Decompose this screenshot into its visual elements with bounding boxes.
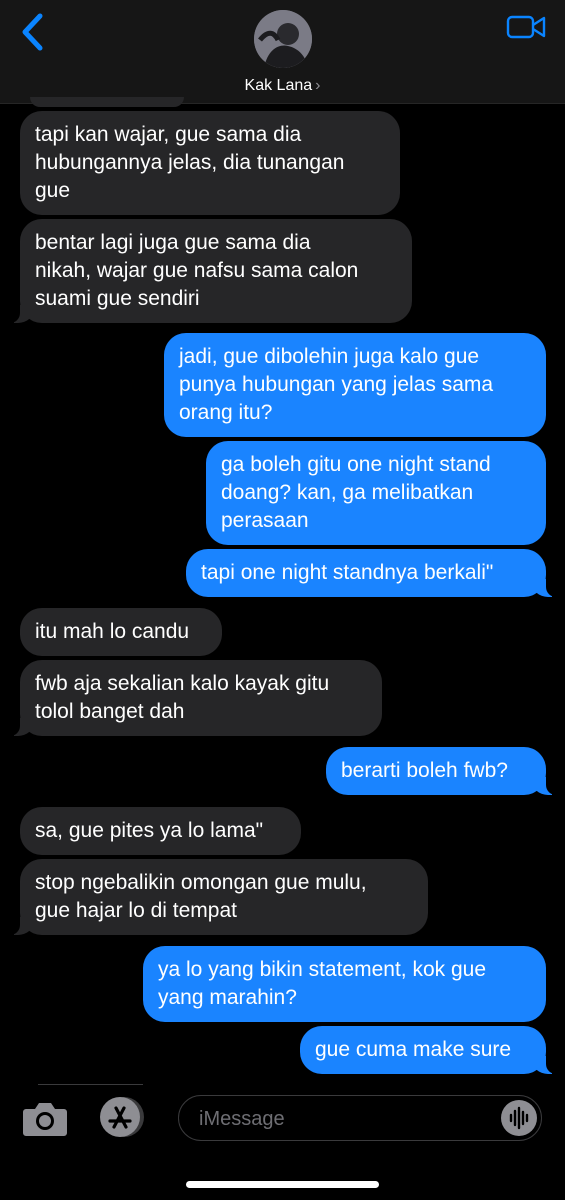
message-text: tapi kan wajar, gue sama dia hubungannya… bbox=[35, 123, 345, 202]
message-text: sa, gue pites ya lo lama" bbox=[35, 819, 264, 842]
message-text: tapi one night standnya berkali" bbox=[201, 561, 494, 584]
message-text: itu mah lo candu bbox=[35, 620, 190, 643]
divider bbox=[38, 1084, 143, 1085]
home-indicator[interactable] bbox=[186, 1181, 379, 1188]
chevron-left-icon[interactable] bbox=[16, 12, 50, 52]
message-text-field[interactable] bbox=[197, 1104, 491, 1134]
message-input[interactable] bbox=[178, 1095, 542, 1141]
message-text: gue cuma make sure bbox=[315, 1038, 512, 1061]
incoming-message[interactable]: stop ngebalikin omongan gue mulu, gue ha… bbox=[10, 859, 428, 935]
outgoing-message[interactable]: berarti boleh fwb? bbox=[326, 747, 556, 795]
incoming-message[interactable]: fwb aja sekalian kalo kayak gitu tolol b… bbox=[10, 660, 382, 736]
incoming-message[interactable]: sa, gue pites ya lo lama" bbox=[20, 807, 301, 855]
message-text: ga boleh gitu one night stand doang? kan… bbox=[221, 453, 491, 532]
avatar[interactable] bbox=[254, 10, 312, 68]
contact-name-label: Kak Lana bbox=[244, 77, 313, 94]
video-camera-icon[interactable] bbox=[506, 14, 546, 40]
message-text: ya lo yang bikin statement, kok gue yang… bbox=[158, 958, 487, 1009]
outgoing-message[interactable]: tapi one night standnya berkali" bbox=[186, 549, 556, 597]
outgoing-message[interactable]: gue cuma make sure bbox=[300, 1026, 556, 1074]
outgoing-message[interactable]: ga boleh gitu one night stand doang? kan… bbox=[206, 441, 546, 545]
conversation-header: Kak Lana › bbox=[0, 0, 565, 104]
camera-icon[interactable] bbox=[22, 1098, 68, 1138]
message-text: jadi, gue dibolehin juga kalo gue punya … bbox=[179, 345, 494, 424]
message-text: bentar lagi juga gue sama dia nikah, waj… bbox=[35, 231, 359, 310]
incoming-message[interactable]: itu mah lo candu bbox=[20, 608, 222, 656]
message-text: fwb aja sekalian kalo kayak gitu tolol b… bbox=[35, 672, 330, 723]
outgoing-message[interactable]: jadi, gue dibolehin juga kalo gue punya … bbox=[164, 333, 546, 437]
audio-waveform-icon[interactable] bbox=[501, 1100, 537, 1136]
previous-message-bubble bbox=[30, 97, 184, 107]
app-store-icon[interactable] bbox=[97, 1096, 147, 1138]
contact-name[interactable]: Kak Lana › bbox=[0, 77, 565, 95]
message-text: berarti boleh fwb? bbox=[341, 759, 508, 782]
incoming-message[interactable]: bentar lagi juga gue sama dia nikah, waj… bbox=[10, 219, 412, 323]
outgoing-message[interactable]: ya lo yang bikin statement, kok gue yang… bbox=[143, 946, 546, 1022]
incoming-message[interactable]: tapi kan wajar, gue sama dia hubungannya… bbox=[20, 111, 400, 215]
chevron-right-icon: › bbox=[315, 77, 321, 94]
message-text: stop ngebalikin omongan gue mulu, gue ha… bbox=[35, 871, 367, 922]
